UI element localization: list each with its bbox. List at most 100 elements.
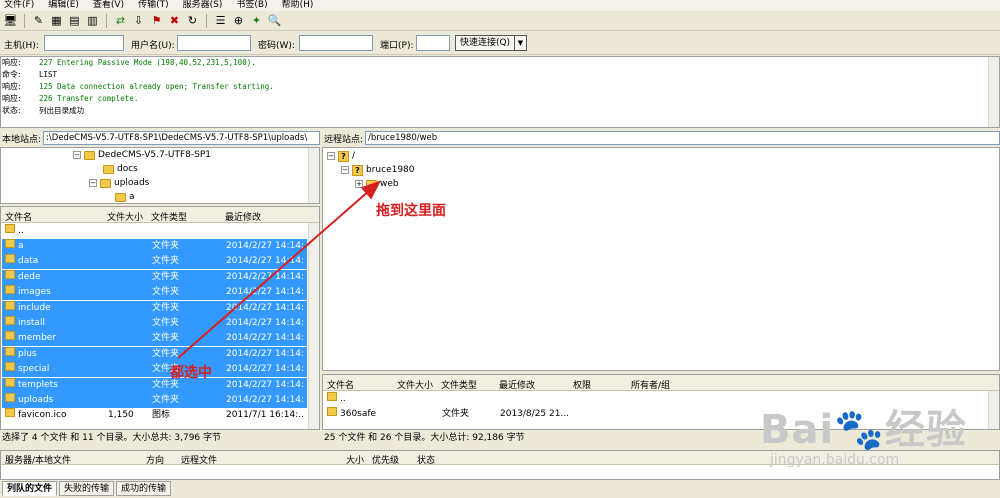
menu-edit[interactable]: 编辑(E) xyxy=(48,0,79,11)
remote-list-scrollbar[interactable] xyxy=(988,391,999,429)
file-type: 文件夹 xyxy=(152,318,180,328)
collapse-icon[interactable]: − xyxy=(341,166,349,174)
expand-icon[interactable]: + xyxy=(355,180,363,188)
tab-successful-transfers[interactable]: 成功的传输 xyxy=(116,481,172,496)
table-row[interactable]: plus 文件夹 2014/2/27 14:14:... xyxy=(2,346,307,362)
site-manager-icon[interactable]: 🖥 xyxy=(3,13,18,28)
table-row[interactable]: dede 文件夹 2014/2/27 14:14:... xyxy=(2,269,307,285)
menu-file[interactable]: 文件(F) xyxy=(4,0,34,11)
tree-node[interactable]: − DedeCMS-V5.7-UTF8-SP1 xyxy=(73,148,211,162)
table-row[interactable]: a 文件夹 2014/2/27 14:14:... xyxy=(2,239,307,254)
local-path-input[interactable]: :\DedeCMS-V5.7-UTF8-SP1\DedeCMS-V5.7-UTF… xyxy=(43,131,320,145)
collapse-icon[interactable]: − xyxy=(73,151,81,159)
column-header-type[interactable]: 文件类型 xyxy=(151,210,187,223)
collapse-icon[interactable]: − xyxy=(327,152,335,160)
tree-node[interactable]: − ? bruce1980 xyxy=(341,163,415,177)
file-type: 文件夹 xyxy=(152,348,180,359)
table-row[interactable]: .. xyxy=(324,392,629,407)
column-header-permissions[interactable]: 权限 xyxy=(573,378,591,391)
quickconnect-dropdown-icon[interactable]: ▼ xyxy=(515,35,527,51)
table-row[interactable]: special 文件夹 2014/2/27 14:14:... xyxy=(2,362,307,378)
process-queue-icon[interactable]: ⇩ xyxy=(131,13,146,28)
search-icon[interactable]: 🔍 xyxy=(267,13,282,28)
column-header-modified[interactable]: 最近修改 xyxy=(499,378,535,391)
column-header-owner[interactable]: 所有者/组 xyxy=(631,378,670,391)
column-header-modified[interactable]: 最近修改 xyxy=(225,210,261,223)
menu-server[interactable]: 服务器(S) xyxy=(183,0,223,11)
unknown-folder-icon: ? xyxy=(352,164,363,176)
log-line: 响应: 125 Data connection already open; Tr… xyxy=(1,81,999,93)
menu-bookmarks[interactable]: 书签(B) xyxy=(236,0,267,11)
table-row[interactable]: .. xyxy=(2,224,307,239)
log-scrollbar[interactable] xyxy=(988,57,999,127)
annotation-select-all: 都选中 xyxy=(170,365,212,381)
queue-col-direction[interactable]: 方向 xyxy=(146,453,164,466)
menu-view[interactable]: 查看(V) xyxy=(93,0,124,11)
table-row[interactable]: install 文件夹 2014/2/27 14:14:... xyxy=(2,316,307,331)
table-row[interactable]: include 文件夹 2014/2/27 14:14:... xyxy=(2,300,307,316)
toggle-log-icon[interactable]: ✎ xyxy=(31,13,46,28)
folder-icon xyxy=(5,224,15,233)
column-header-type[interactable]: 文件类型 xyxy=(441,378,477,391)
host-input[interactable] xyxy=(44,35,124,51)
folder-icon xyxy=(327,392,337,401)
quickconnect-button[interactable]: 快速连接(Q) xyxy=(455,35,515,51)
tree-node[interactable]: docs xyxy=(103,162,138,176)
tree-node[interactable]: a xyxy=(115,190,135,203)
folder-icon xyxy=(5,393,15,402)
column-header-filename[interactable]: 文件名 xyxy=(5,210,32,223)
password-input[interactable] xyxy=(299,35,373,51)
file-modified: 2014/2/27 14:14:... xyxy=(226,241,304,251)
table-row[interactable]: 360safe 文件夹 2013/8/25 21... xyxy=(324,407,629,422)
local-list-scrollbar[interactable] xyxy=(308,223,319,429)
remote-path-input[interactable]: /bruce1980/web xyxy=(365,131,1000,145)
disconnect-icon[interactable]: ✖ xyxy=(167,13,182,28)
table-row[interactable]: member 文件夹 2014/2/27 14:14:... xyxy=(2,331,307,347)
toolbar-divider xyxy=(106,13,107,28)
toggle-local-tree-icon[interactable]: ▦ xyxy=(49,13,64,28)
file-type: 文件夹 xyxy=(152,256,180,267)
cancel-icon[interactable]: ⚑ xyxy=(149,13,164,28)
menu-help[interactable]: 帮助(H) xyxy=(282,0,314,11)
tab-failed-transfers[interactable]: 失败的传输 xyxy=(59,481,115,496)
tree-node-label: / xyxy=(352,151,356,161)
annotation-drag-here: 拖到这里面 xyxy=(376,203,446,219)
queue-col-local[interactable]: 服务器/本地文件 xyxy=(5,453,71,466)
queue-col-size[interactable]: 大小 xyxy=(346,453,364,466)
file-name: images xyxy=(18,287,51,298)
table-row[interactable]: templets 文件夹 2014/2/27 14:14:... xyxy=(2,377,307,393)
tree-node[interactable]: − uploads xyxy=(89,176,149,190)
column-header-size[interactable]: 文件大小 xyxy=(107,210,143,223)
username-input[interactable] xyxy=(177,35,251,51)
queue-col-priority[interactable]: 优先级 xyxy=(372,453,399,466)
port-input[interactable] xyxy=(416,35,450,51)
column-header-size[interactable]: 文件大小 xyxy=(397,378,433,391)
queue-col-remote[interactable]: 远程文件 xyxy=(181,453,217,466)
toggle-remote-tree-icon[interactable]: ▤ xyxy=(67,13,82,28)
sync-browse-icon[interactable]: ✦ xyxy=(249,13,264,28)
tree-node[interactable]: + web xyxy=(355,177,399,191)
tree-node[interactable]: − ? / xyxy=(327,149,355,163)
collapse-icon[interactable]: − xyxy=(89,179,97,187)
local-tree-scrollbar[interactable] xyxy=(308,148,319,203)
table-row[interactable]: data 文件夹 2014/2/27 14:14:... xyxy=(2,254,307,270)
table-row[interactable]: uploads 文件夹 2014/2/27 14:14:... xyxy=(2,393,307,408)
queue-col-status[interactable]: 状态 xyxy=(417,453,435,466)
menu-transfer[interactable]: 传输(T) xyxy=(138,0,169,11)
file-modified: 2014/2/27 14:14:... xyxy=(226,364,304,375)
folder-icon xyxy=(115,192,126,202)
folder-icon xyxy=(5,285,15,295)
tab-queued-files[interactable]: 列队的文件 xyxy=(2,481,58,496)
message-log: 响应: 227 Entering Passive Mode (198,40,52… xyxy=(0,56,1000,128)
compare-icon[interactable]: ⊕ xyxy=(231,13,246,28)
table-row[interactable]: images 文件夹 2014/2/27 14:14:... xyxy=(2,285,307,301)
folder-icon xyxy=(5,269,15,279)
queue-header: 服务器/本地文件 方向 远程文件 大小 优先级 状态 xyxy=(1,451,999,466)
column-header-filename[interactable]: 文件名 xyxy=(327,378,354,391)
filter-icon[interactable]: ☰ xyxy=(213,13,228,28)
reconnect-icon[interactable]: ↻ xyxy=(185,13,200,28)
folder-icon xyxy=(5,346,15,356)
toggle-queue-icon[interactable]: ▥ xyxy=(85,13,100,28)
refresh-icon[interactable]: ⇄ xyxy=(113,13,128,28)
table-row[interactable]: favicon.ico 1,150 图标 2011/7/1 16:14:... xyxy=(2,408,307,423)
